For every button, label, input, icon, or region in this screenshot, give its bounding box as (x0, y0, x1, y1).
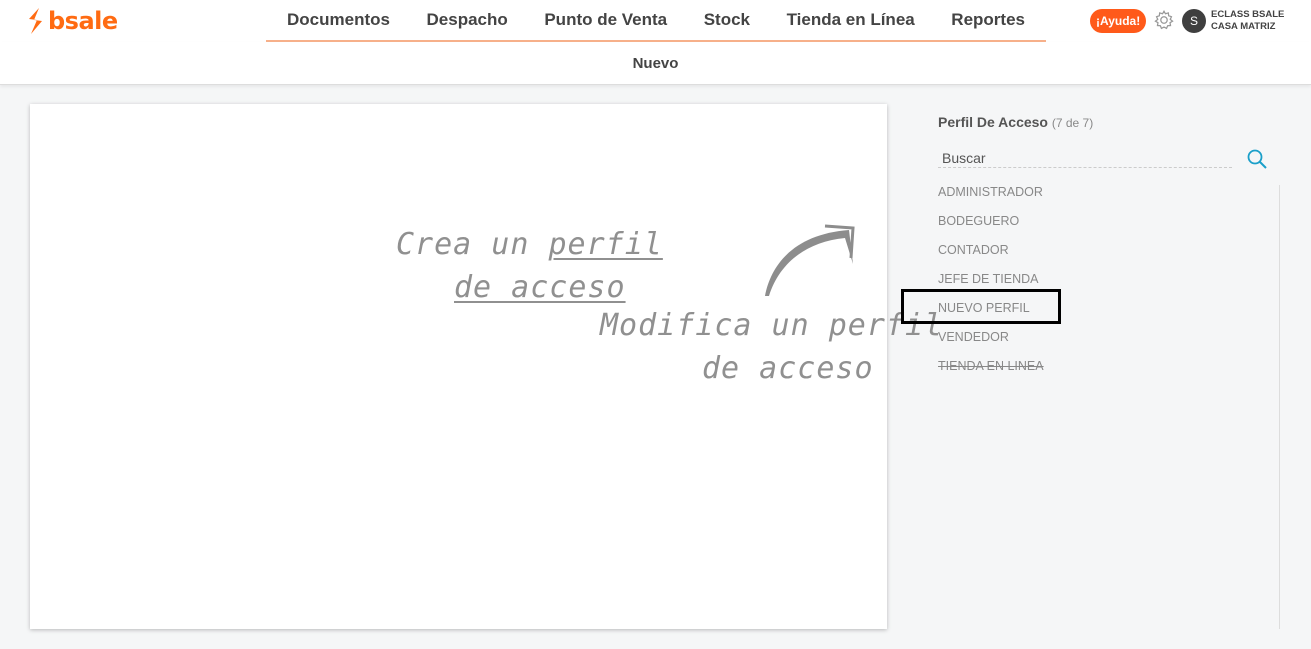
new-button[interactable]: Nuevo (0, 55, 1311, 72)
branch-name: CASA MATRIZ (1211, 21, 1276, 32)
modify-profile-hint-line2: de acceso (702, 351, 874, 386)
profile-item-bodeguero[interactable]: BODEGUERO (938, 213, 1044, 242)
create-profile-hint: Crea un perfil (396, 227, 663, 262)
modify-profile-hint: Modifica un perfil (600, 308, 944, 343)
create-hint-text: Crea un (396, 227, 549, 262)
search-input[interactable] (938, 148, 1232, 168)
arrow-icon (765, 224, 855, 296)
nav-documentos[interactable]: Documentos (287, 10, 390, 30)
panel-divider (1279, 185, 1280, 629)
profile-item-contador[interactable]: CONTADOR (938, 242, 1044, 271)
panel-title-text: Perfil De Acceso (938, 114, 1048, 130)
profile-detail-card: Crea un perfil de acceso Modifica un per… (30, 104, 942, 629)
profile-item-tienda-en-linea[interactable]: TIENDA EN LINEA (938, 358, 1044, 387)
create-hint-link-1[interactable]: perfil (549, 227, 663, 262)
brand-name: bsale (48, 7, 118, 35)
nav-reportes[interactable]: Reportes (951, 10, 1025, 30)
profile-item-administrador[interactable]: ADMINISTRADOR (938, 184, 1044, 213)
nav-despacho[interactable]: Despacho (427, 10, 508, 30)
profile-list: ADMINISTRADOR BODEGUERO CONTADOR JEFE DE… (938, 184, 1044, 387)
main-nav: Documentos Despacho Punto de Venta Stock… (266, 0, 1046, 42)
create-hint-link-2[interactable]: de acceso (454, 270, 626, 305)
create-profile-hint-line2: de acceso (454, 270, 626, 305)
company-info[interactable]: ECLASS BSALE CASA MATRIZ (1211, 9, 1284, 33)
gear-icon[interactable] (1153, 9, 1175, 31)
nav-tienda-en-linea[interactable]: Tienda en Línea (787, 10, 915, 30)
user-avatar[interactable]: S (1182, 9, 1206, 33)
panel-title: Perfil De Acceso (7 de 7) (938, 114, 1093, 130)
bsale-logo-icon (29, 8, 42, 34)
nav-stock[interactable]: Stock (704, 10, 750, 30)
help-button[interactable]: ¡Ayuda! (1090, 9, 1147, 33)
sub-bar: Nuevo (0, 42, 1311, 85)
top-bar: bsale Documentos Despacho Punto de Venta… (0, 0, 1311, 42)
bsale-logo[interactable]: bsale (26, 6, 118, 36)
company-name: ECLASS BSALE (1211, 9, 1285, 20)
profile-item-vendedor[interactable]: VENDEDOR (938, 329, 1044, 358)
profile-count: (7 de 7) (1051, 116, 1094, 130)
search-icon[interactable] (1246, 148, 1268, 170)
nav-punto-de-venta[interactable]: Punto de Venta (544, 10, 667, 30)
selection-highlight (901, 289, 1061, 324)
